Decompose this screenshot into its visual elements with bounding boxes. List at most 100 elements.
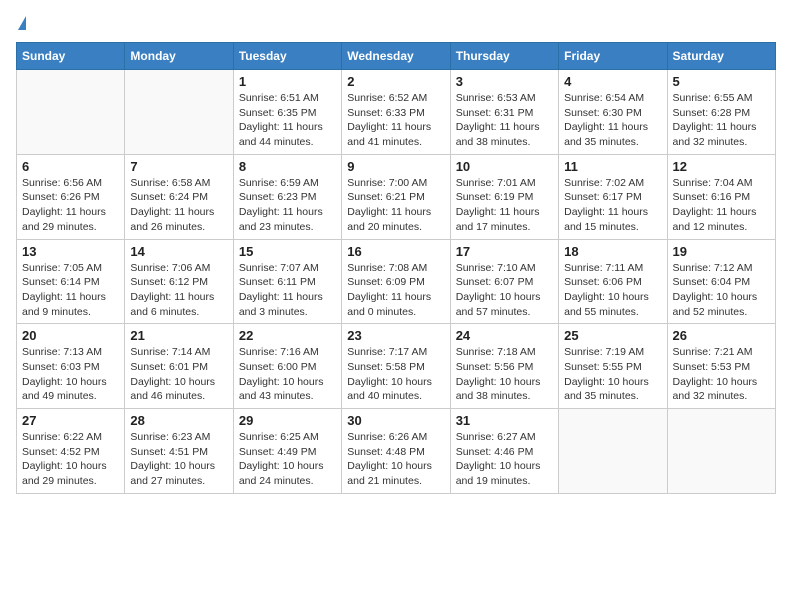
day-info: Sunrise: 6:53 AM Sunset: 6:31 PM Dayligh… xyxy=(456,91,553,150)
weekday-header: Wednesday xyxy=(342,43,450,70)
day-number: 16 xyxy=(347,244,444,259)
calendar-header-row: SundayMondayTuesdayWednesdayThursdayFrid… xyxy=(17,43,776,70)
calendar-cell: 17Sunrise: 7:10 AM Sunset: 6:07 PM Dayli… xyxy=(450,239,558,324)
calendar-cell: 19 Sunrise: 7:12 AM Sunset: 6:04 PM Dayli… xyxy=(667,239,775,324)
calendar-cell: 28Sunrise: 6:23 AM Sunset: 4:51 PM Dayli… xyxy=(125,409,233,494)
calendar-cell: 31 Sunrise: 6:27 AM Sunset: 4:46 PM Dayli… xyxy=(450,409,558,494)
day-info: Sunrise: 7:05 AM Sunset: 6:14 PM Dayligh… xyxy=(22,261,119,320)
logo xyxy=(16,16,26,30)
day-info: Sunrise: 6:52 AM Sunset: 6:33 PM Dayligh… xyxy=(347,91,444,150)
day-info: Sunrise: 7:19 AM Sunset: 5:55 PM Dayligh… xyxy=(564,345,661,404)
calendar-cell: 13 Sunrise: 7:05 AM Sunset: 6:14 PM Dayli… xyxy=(17,239,125,324)
day-info: Sunrise: 7:08 AM Sunset: 6:09 PM Dayligh… xyxy=(347,261,444,320)
day-number: 7 xyxy=(130,159,227,174)
calendar-cell: 20Sunrise: 7:13 AM Sunset: 6:03 PM Dayli… xyxy=(17,324,125,409)
calendar-cell: 15Sunrise: 7:07 AM Sunset: 6:11 PM Dayli… xyxy=(233,239,341,324)
weekday-header: Sunday xyxy=(17,43,125,70)
day-number: 12 xyxy=(673,159,770,174)
day-number: 22 xyxy=(239,328,336,343)
day-number: 4 xyxy=(564,74,661,89)
calendar-table: SundayMondayTuesdayWednesdayThursdayFrid… xyxy=(16,42,776,494)
calendar-cell: 24 Sunrise: 7:18 AM Sunset: 5:56 PM Dayli… xyxy=(450,324,558,409)
weekday-header: Saturday xyxy=(667,43,775,70)
day-info: Sunrise: 7:12 AM Sunset: 6:04 PM Dayligh… xyxy=(673,261,770,320)
day-number: 30 xyxy=(347,413,444,428)
day-info: Sunrise: 6:55 AM Sunset: 6:28 PM Dayligh… xyxy=(673,91,770,150)
day-info: Sunrise: 6:27 AM Sunset: 4:46 PM Dayligh… xyxy=(456,430,553,489)
calendar-cell: 11Sunrise: 7:02 AM Sunset: 6:17 PM Dayli… xyxy=(559,154,667,239)
day-number: 2 xyxy=(347,74,444,89)
calendar-cell: 6 Sunrise: 6:56 AM Sunset: 6:26 PM Daylig… xyxy=(17,154,125,239)
day-number: 9 xyxy=(347,159,444,174)
calendar-cell: 29 Sunrise: 6:25 AM Sunset: 4:49 PM Dayli… xyxy=(233,409,341,494)
day-info: Sunrise: 6:56 AM Sunset: 6:26 PM Dayligh… xyxy=(22,176,119,235)
calendar-cell: 25 Sunrise: 7:19 AM Sunset: 5:55 PM Dayli… xyxy=(559,324,667,409)
day-info: Sunrise: 7:11 AM Sunset: 6:06 PM Dayligh… xyxy=(564,261,661,320)
day-info: Sunrise: 7:02 AM Sunset: 6:17 PM Dayligh… xyxy=(564,176,661,235)
day-number: 17 xyxy=(456,244,553,259)
day-info: Sunrise: 7:04 AM Sunset: 6:16 PM Dayligh… xyxy=(673,176,770,235)
weekday-header: Monday xyxy=(125,43,233,70)
day-info: Sunrise: 6:54 AM Sunset: 6:30 PM Dayligh… xyxy=(564,91,661,150)
day-number: 26 xyxy=(673,328,770,343)
day-number: 25 xyxy=(564,328,661,343)
calendar-week-row: 6 Sunrise: 6:56 AM Sunset: 6:26 PM Daylig… xyxy=(17,154,776,239)
calendar-week-row: 20Sunrise: 7:13 AM Sunset: 6:03 PM Dayli… xyxy=(17,324,776,409)
calendar-week-row: 1 Sunrise: 6:51 AM Sunset: 6:35 PM Daylig… xyxy=(17,70,776,155)
calendar-cell: 2 Sunrise: 6:52 AM Sunset: 6:33 PM Daylig… xyxy=(342,70,450,155)
day-number: 31 xyxy=(456,413,553,428)
day-info: Sunrise: 7:21 AM Sunset: 5:53 PM Dayligh… xyxy=(673,345,770,404)
day-number: 14 xyxy=(130,244,227,259)
day-number: 18 xyxy=(564,244,661,259)
day-info: Sunrise: 6:26 AM Sunset: 4:48 PM Dayligh… xyxy=(347,430,444,489)
day-number: 24 xyxy=(456,328,553,343)
day-number: 5 xyxy=(673,74,770,89)
calendar-cell: 18 Sunrise: 7:11 AM Sunset: 6:06 PM Dayli… xyxy=(559,239,667,324)
day-info: Sunrise: 7:16 AM Sunset: 6:00 PM Dayligh… xyxy=(239,345,336,404)
day-number: 27 xyxy=(22,413,119,428)
calendar-cell: 8Sunrise: 6:59 AM Sunset: 6:23 PM Daylig… xyxy=(233,154,341,239)
day-info: Sunrise: 7:06 AM Sunset: 6:12 PM Dayligh… xyxy=(130,261,227,320)
calendar-cell xyxy=(125,70,233,155)
day-number: 29 xyxy=(239,413,336,428)
calendar-cell xyxy=(667,409,775,494)
calendar-cell: 30 Sunrise: 6:26 AM Sunset: 4:48 PM Dayli… xyxy=(342,409,450,494)
day-number: 13 xyxy=(22,244,119,259)
calendar-cell: 26 Sunrise: 7:21 AM Sunset: 5:53 PM Dayli… xyxy=(667,324,775,409)
calendar-cell: 14 Sunrise: 7:06 AM Sunset: 6:12 PM Dayli… xyxy=(125,239,233,324)
day-info: Sunrise: 7:01 AM Sunset: 6:19 PM Dayligh… xyxy=(456,176,553,235)
day-number: 21 xyxy=(130,328,227,343)
day-number: 3 xyxy=(456,74,553,89)
weekday-header: Friday xyxy=(559,43,667,70)
day-info: Sunrise: 6:58 AM Sunset: 6:24 PM Dayligh… xyxy=(130,176,227,235)
calendar-cell: 4 Sunrise: 6:54 AM Sunset: 6:30 PM Daylig… xyxy=(559,70,667,155)
day-info: Sunrise: 6:59 AM Sunset: 6:23 PM Dayligh… xyxy=(239,176,336,235)
day-info: Sunrise: 7:17 AM Sunset: 5:58 PM Dayligh… xyxy=(347,345,444,404)
calendar-cell xyxy=(559,409,667,494)
page-header xyxy=(16,16,776,30)
day-info: Sunrise: 7:14 AM Sunset: 6:01 PM Dayligh… xyxy=(130,345,227,404)
day-number: 19 xyxy=(673,244,770,259)
day-info: Sunrise: 6:25 AM Sunset: 4:49 PM Dayligh… xyxy=(239,430,336,489)
calendar-cell: 23 Sunrise: 7:17 AM Sunset: 5:58 PM Dayli… xyxy=(342,324,450,409)
day-info: Sunrise: 7:07 AM Sunset: 6:11 PM Dayligh… xyxy=(239,261,336,320)
calendar-week-row: 27 Sunrise: 6:22 AM Sunset: 4:52 PM Dayli… xyxy=(17,409,776,494)
day-number: 1 xyxy=(239,74,336,89)
day-info: Sunrise: 6:51 AM Sunset: 6:35 PM Dayligh… xyxy=(239,91,336,150)
calendar-cell: 12 Sunrise: 7:04 AM Sunset: 6:16 PM Dayli… xyxy=(667,154,775,239)
day-number: 23 xyxy=(347,328,444,343)
calendar-cell xyxy=(17,70,125,155)
day-info: Sunrise: 6:22 AM Sunset: 4:52 PM Dayligh… xyxy=(22,430,119,489)
calendar-week-row: 13 Sunrise: 7:05 AM Sunset: 6:14 PM Dayli… xyxy=(17,239,776,324)
calendar-cell: 3 Sunrise: 6:53 AM Sunset: 6:31 PM Daylig… xyxy=(450,70,558,155)
day-info: Sunrise: 7:18 AM Sunset: 5:56 PM Dayligh… xyxy=(456,345,553,404)
calendar-cell: 7 Sunrise: 6:58 AM Sunset: 6:24 PM Daylig… xyxy=(125,154,233,239)
day-number: 10 xyxy=(456,159,553,174)
calendar-cell: 27 Sunrise: 6:22 AM Sunset: 4:52 PM Dayli… xyxy=(17,409,125,494)
calendar-cell: 1 Sunrise: 6:51 AM Sunset: 6:35 PM Daylig… xyxy=(233,70,341,155)
day-number: 6 xyxy=(22,159,119,174)
weekday-header: Tuesday xyxy=(233,43,341,70)
day-info: Sunrise: 7:00 AM Sunset: 6:21 PM Dayligh… xyxy=(347,176,444,235)
day-info: Sunrise: 7:13 AM Sunset: 6:03 PM Dayligh… xyxy=(22,345,119,404)
day-info: Sunrise: 6:23 AM Sunset: 4:51 PM Dayligh… xyxy=(130,430,227,489)
